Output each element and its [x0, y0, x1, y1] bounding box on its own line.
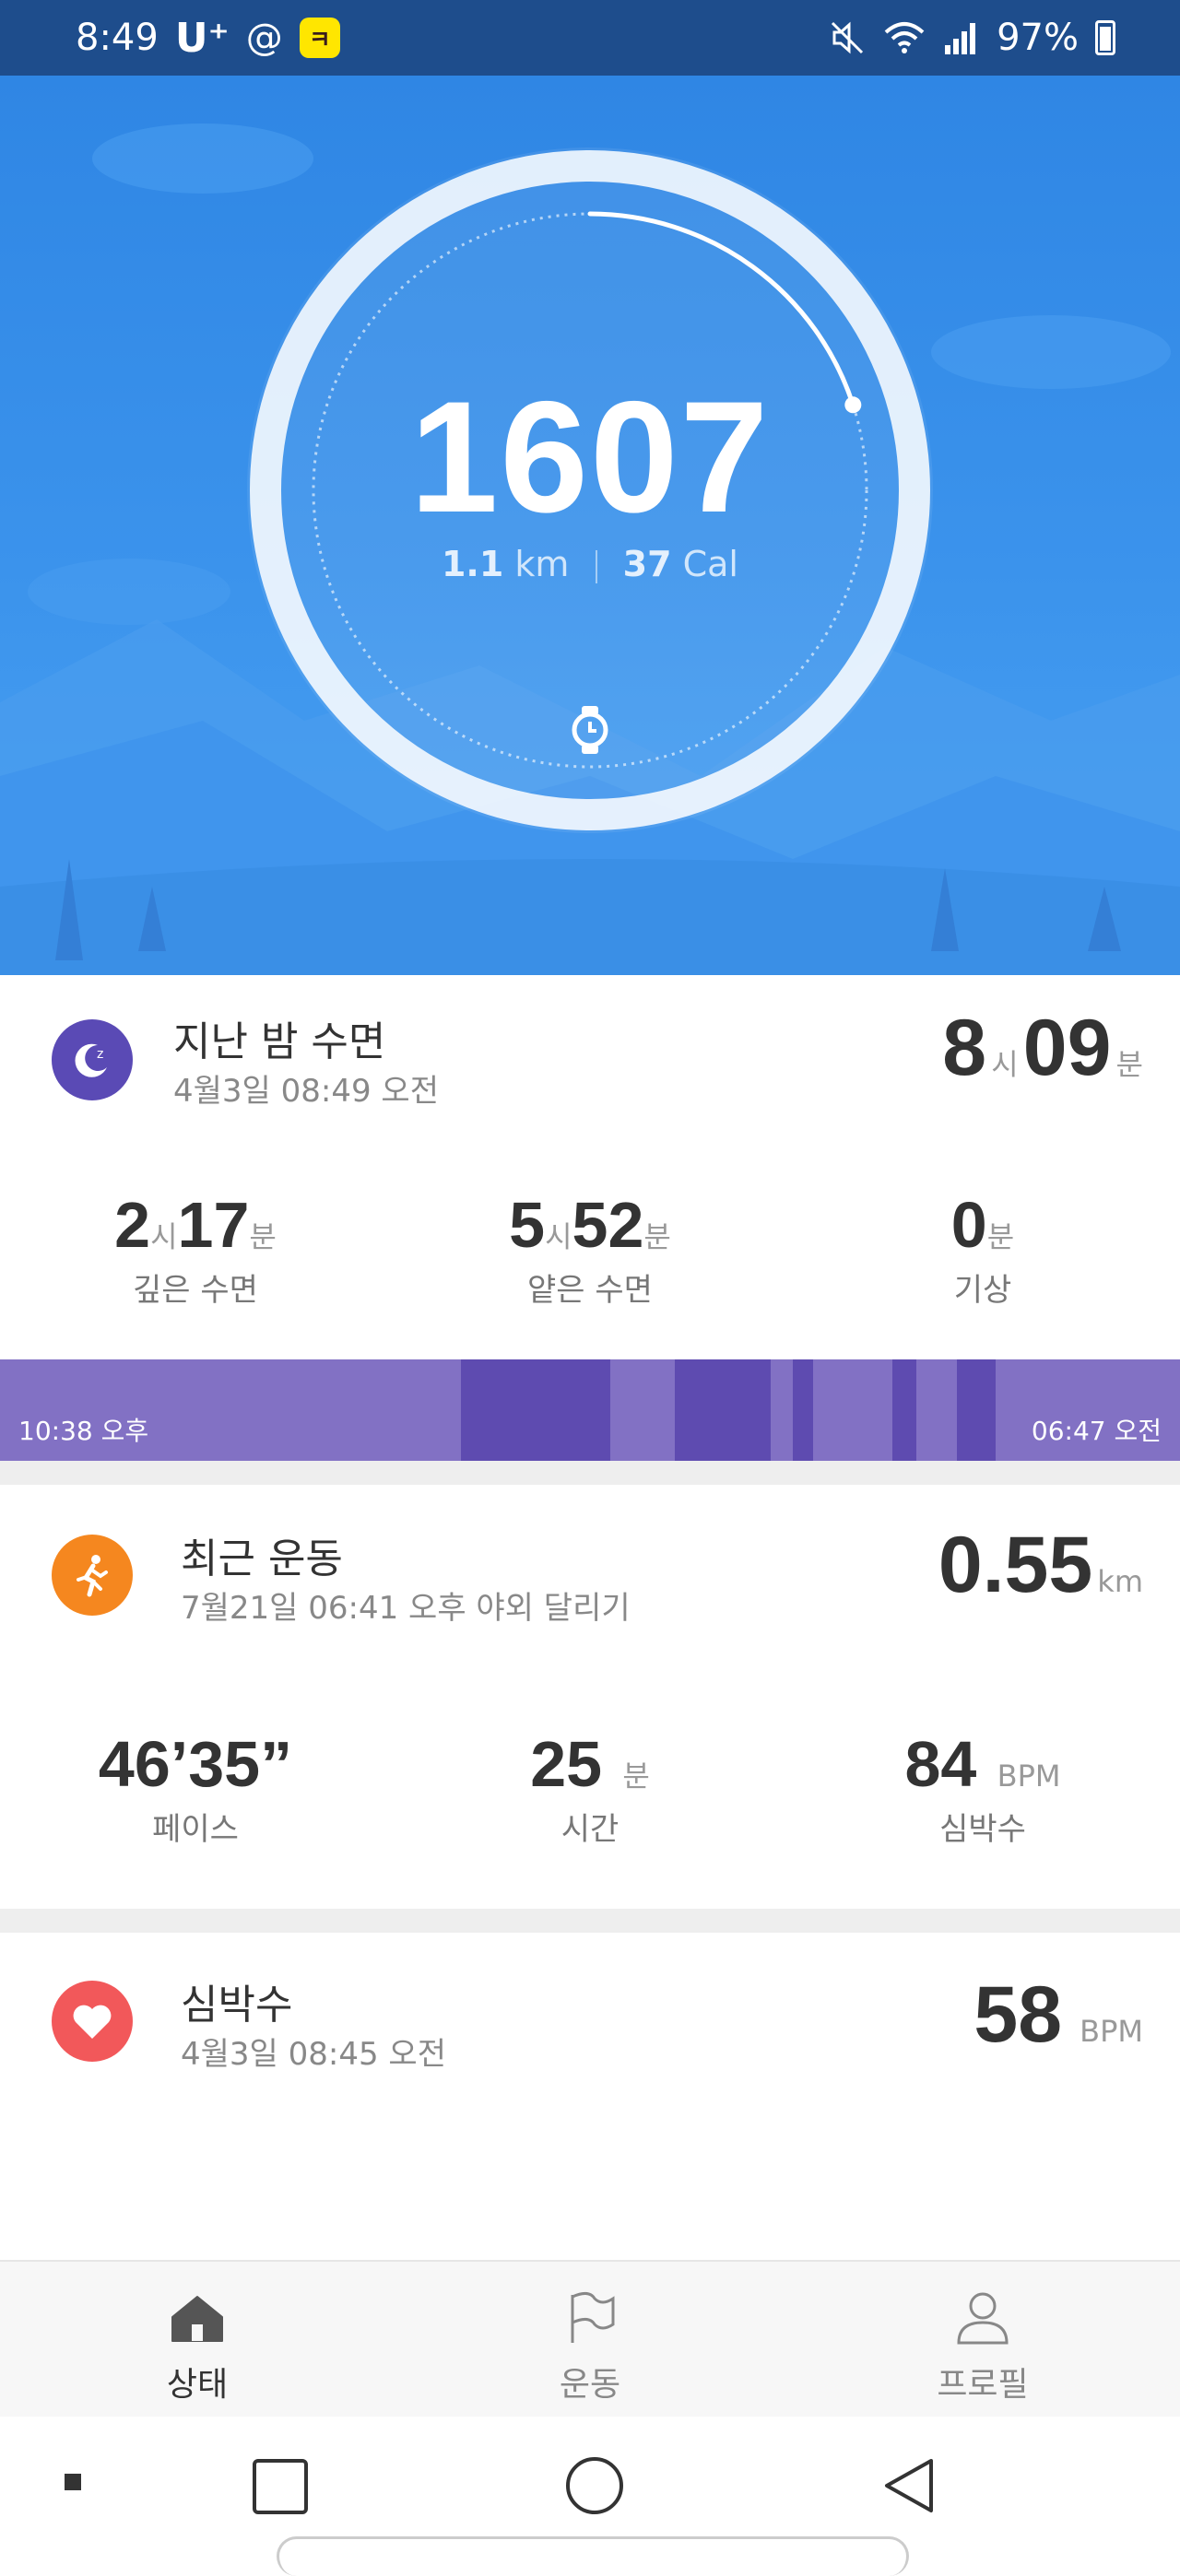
signal-icon — [945, 23, 976, 54]
heart-rate-reading: 58 BPM — [974, 1970, 1143, 2061]
light-sleep-label: 얕은 수면 — [527, 1272, 653, 1309]
sleep-total-hours: 8 — [942, 1004, 987, 1092]
sleep-start-time: 10:38 오후 — [18, 1416, 149, 1446]
carrier-label: U⁺ — [174, 14, 230, 62]
battery-percent: 97% — [997, 17, 1079, 59]
nav-dot-icon — [65, 2474, 81, 2490]
bottom-tab-bar: 상태 운동 프로필 — [0, 2260, 1180, 2417]
pace-label: 페이스 — [152, 1811, 239, 1848]
calories-value: 37 — [622, 544, 672, 584]
status-right: 97% — [829, 17, 1115, 59]
deep-sleep-hours: 2 — [114, 1189, 151, 1261]
tab-profile[interactable]: 프로필 — [844, 2289, 1121, 2405]
system-navigation-bar — [0, 2417, 1180, 2576]
sleep-subtitle: 4월3일 08:49 오전 — [173, 1073, 439, 1110]
section-divider — [0, 1909, 1180, 1933]
wifi-icon — [884, 22, 925, 53]
deep-sleep-minute-unit: 분 — [249, 1219, 277, 1254]
flag-icon — [571, 2292, 615, 2343]
step-count: 1607 — [409, 369, 771, 546]
status-time: 8:49 — [76, 17, 159, 59]
workout-heart-rate-label: 심박수 — [939, 1811, 1026, 1848]
workout-distance: 0.55 km — [938, 1520, 1143, 1611]
workout-heart-rate-value: 84 — [904, 1728, 977, 1800]
meta-divider — [595, 549, 597, 583]
at-icon: @ — [245, 17, 283, 59]
workout-subtitle: 7월21일 06:41 오후 야외 달리기 — [181, 1590, 631, 1627]
sleep-end-time: 06:47 오전 — [1031, 1416, 1162, 1446]
distance-unit: km — [514, 544, 570, 584]
calories-unit: Cal — [682, 544, 738, 584]
pace-stat: 46’35” 페이스 — [30, 1726, 361, 1849]
light-sleep-minute-unit: 분 — [643, 1219, 671, 1254]
duration-label: 시간 — [560, 1811, 620, 1848]
deep-sleep-segment — [892, 1359, 916, 1461]
sleep-total-minutes: 09 — [1022, 1004, 1112, 1092]
person-icon — [957, 2292, 1009, 2345]
workout-card[interactable]: 최근 운동 7월21일 06:41 오후 야외 달리기 0.55 km 46’3… — [0, 1485, 1180, 1909]
awake-minute-unit: 분 — [986, 1219, 1015, 1254]
home-button[interactable] — [564, 2455, 625, 2516]
heart-rate-title: 심박수 — [181, 1982, 293, 2029]
distance-value: 1.1 — [441, 544, 504, 584]
tab-status-label: 상태 — [166, 2366, 229, 2404]
back-button[interactable] — [879, 2455, 940, 2516]
running-icon — [52, 1535, 133, 1616]
deep-sleep-minutes: 17 — [177, 1189, 250, 1261]
svg-text:z: z — [97, 1047, 103, 1062]
sleep-total: 8 시 09 분 — [942, 1003, 1143, 1094]
sleep-minute-unit: 분 — [1115, 1047, 1143, 1082]
pace-value: 46’35” — [98, 1728, 293, 1800]
home-icon — [171, 2296, 223, 2342]
sleep-title: 지난 밤 수면 — [173, 1018, 386, 1065]
deep-sleep-segment — [461, 1359, 610, 1461]
step-summary-hero[interactable]: 1607 1.1 km 37 Cal — [0, 76, 1180, 975]
deep-sleep-hour-unit: 시 — [150, 1219, 178, 1254]
light-sleep-hour-unit: 시 — [545, 1219, 572, 1254]
status-left: 8:49 U⁺ @ ㅋ — [76, 15, 340, 62]
workout-distance-value: 0.55 — [938, 1521, 1093, 1609]
section-divider — [0, 1461, 1180, 1485]
deep-sleep-segment — [793, 1359, 813, 1461]
status-bar: 8:49 U⁺ @ ㅋ 97% — [0, 0, 1180, 76]
gesture-handle — [277, 2536, 909, 2576]
step-meta: 1.1 km 37 Cal — [0, 544, 1180, 584]
light-sleep-hours: 5 — [509, 1189, 546, 1261]
watch-icon — [572, 706, 608, 754]
duration-value: 25 — [530, 1728, 603, 1800]
tab-workout-label: 운동 — [559, 2366, 621, 2404]
light-sleep-stat: 5시52분 얕은 수면 — [424, 1187, 756, 1310]
heart-rate-value: 58 — [974, 1970, 1063, 2059]
mute-icon — [832, 21, 864, 54]
awake-label: 기상 — [953, 1272, 1012, 1309]
workout-heart-rate-unit: BPM — [997, 1759, 1061, 1794]
deep-sleep-stat: 2시17분 깊은 수면 — [30, 1187, 361, 1310]
recent-apps-button[interactable] — [251, 2457, 310, 2516]
heart-rate-card[interactable]: 심박수 4월3일 08:45 오전 58 BPM — [0, 1933, 1180, 2260]
sleep-timeline-bar: 10:38 오후 06:47 오전 — [0, 1359, 1180, 1461]
tab-status[interactable]: 상태 — [59, 2289, 336, 2405]
tab-profile-label: 프로필 — [937, 2366, 1029, 2404]
duration-stat: 25 분 시간 — [424, 1726, 756, 1849]
heart-icon — [52, 1981, 133, 2062]
heart-rate-subtitle: 4월3일 08:45 오전 — [181, 2036, 446, 2073]
workout-distance-unit: km — [1097, 1564, 1143, 1599]
workout-title: 최근 운동 — [181, 1535, 343, 1582]
sleep-hour-unit: 시 — [991, 1047, 1019, 1082]
kakao-notification-icon: ㅋ — [299, 18, 340, 58]
duration-unit: 분 — [622, 1759, 650, 1794]
awake-minutes: 0 — [950, 1189, 987, 1261]
awake-stat: 0분 기상 — [817, 1187, 1149, 1310]
deep-sleep-segment — [675, 1359, 771, 1461]
deep-sleep-label: 깊은 수면 — [133, 1272, 258, 1309]
deep-sleep-segment — [957, 1359, 996, 1461]
heart-rate-unit: BPM — [1080, 2014, 1143, 2049]
workout-heart-rate-stat: 84 BPM 심박수 — [817, 1726, 1149, 1849]
battery-icon — [1095, 20, 1115, 55]
light-sleep-minutes: 52 — [572, 1189, 644, 1261]
tab-workout[interactable]: 운동 — [452, 2289, 728, 2405]
sleep-icon: z — [52, 1019, 133, 1100]
